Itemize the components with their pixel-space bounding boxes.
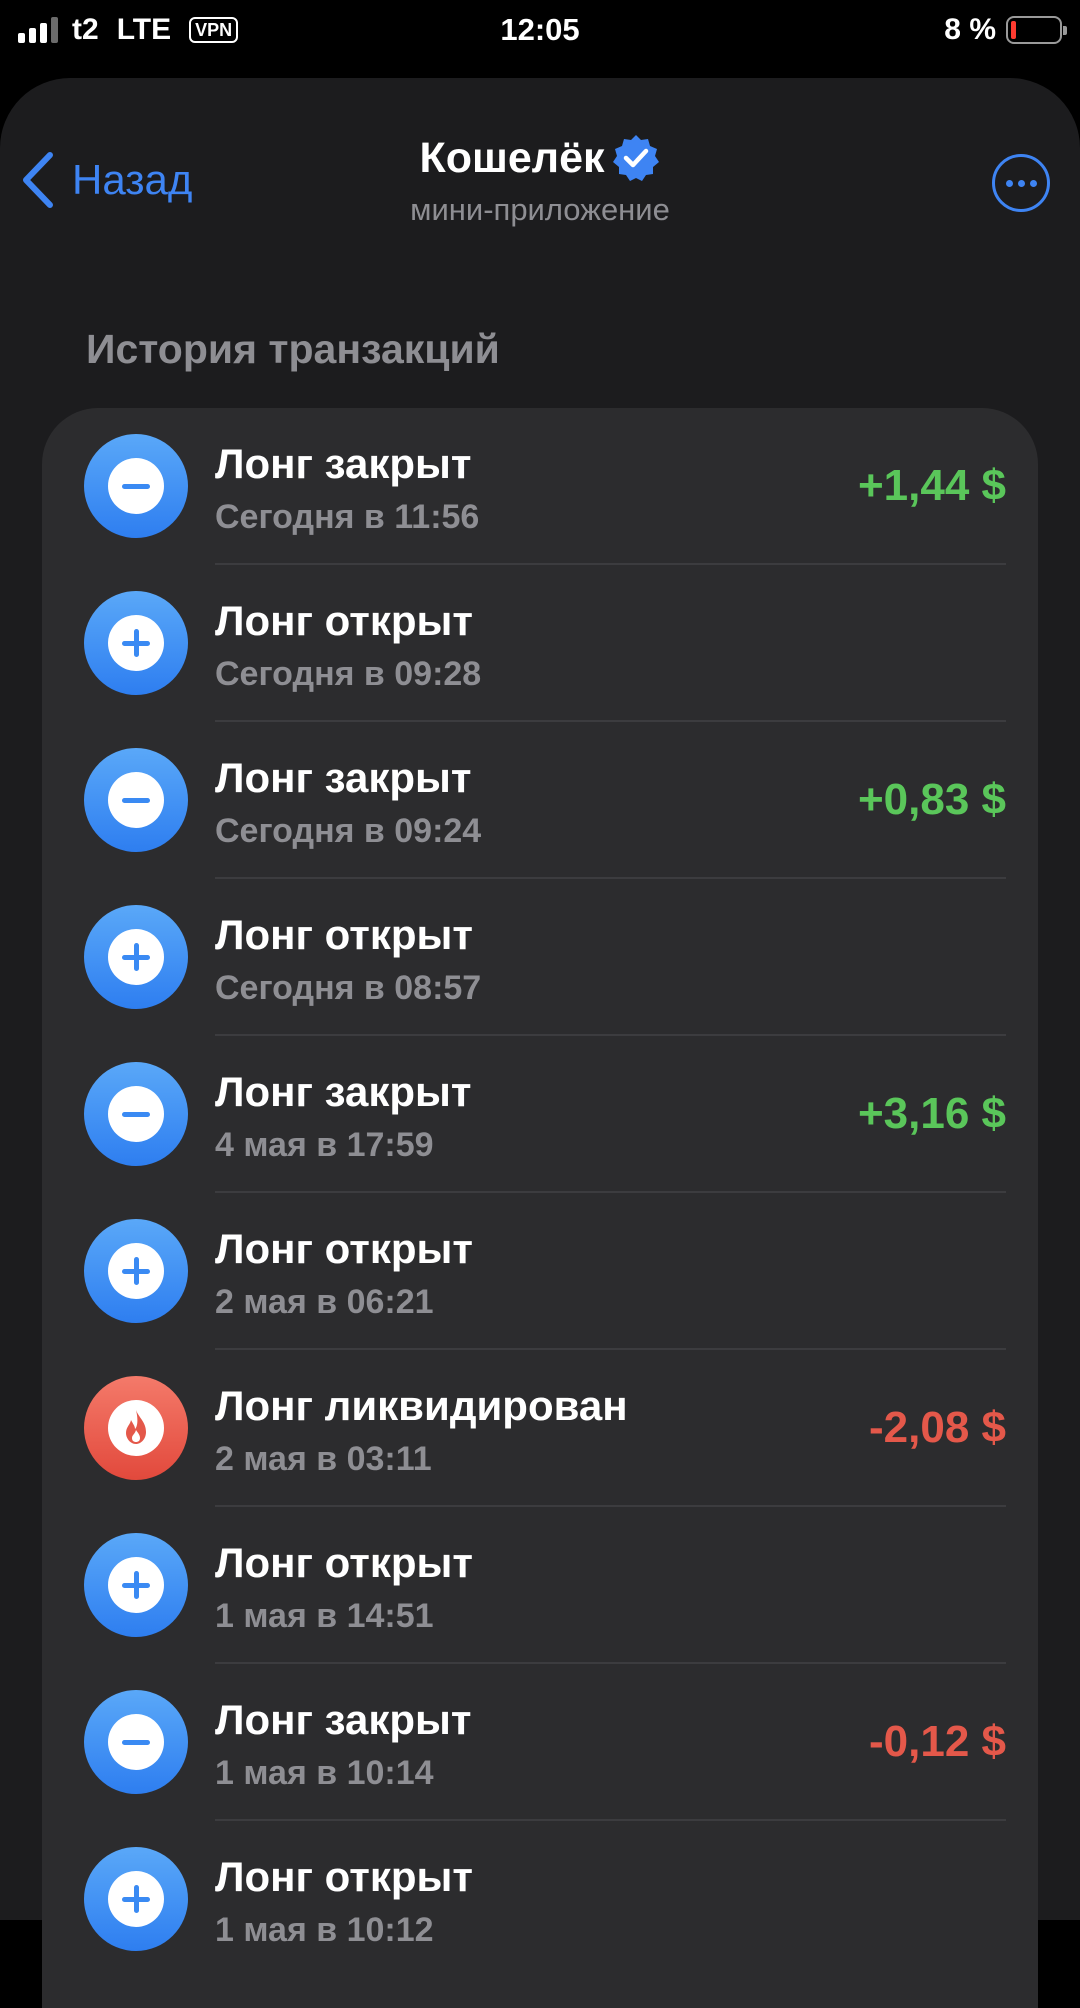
minus-icon [84,1690,188,1794]
page-subtitle: мини-приложение [410,192,670,227]
title-row: Кошелёк [240,130,840,186]
transaction-row[interactable]: Лонг закрыт Сегодня в 09:24 +0,83 $ [42,722,1038,879]
plus-icon [84,591,188,695]
transaction-date: 1 мая в 10:14 [215,1754,434,1792]
transaction-date: Сегодня в 09:28 [215,655,482,693]
verified-badge-icon [612,135,659,181]
transaction-date: Сегодня в 09:24 [215,812,482,850]
title-block: Кошелёк мини-приложение [240,130,840,230]
transaction-row[interactable]: Лонг закрыт 4 мая в 17:59 +3,16 $ [42,1036,1038,1193]
transaction-date: 1 мая в 14:51 [215,1597,434,1635]
plus-icon [84,1219,188,1323]
section-title: История транзакций [86,326,500,372]
back-label: Назад [72,156,193,203]
transaction-row[interactable]: Лонг открыт 2 мая в 06:21 [42,1193,1038,1350]
battery-percent: 8 % [944,13,996,46]
transaction-row[interactable]: Лонг открыт Сегодня в 08:57 [42,879,1038,1036]
transaction-title: Лонг открыт [215,911,473,958]
transaction-title: Лонг открыт [215,1539,473,1586]
transaction-date: Сегодня в 08:57 [215,969,482,1007]
minus-icon [84,434,188,538]
battery-icon [1006,16,1067,44]
status-bar: t2 LTE VPN 12:05 8 % [0,0,1080,78]
plus-icon [84,1847,188,1951]
minus-icon [84,748,188,852]
transaction-amount: +3,16 $ [857,1089,1006,1138]
transaction-amount: -0,12 $ [869,1717,1006,1766]
transaction-date: 2 мая в 03:11 [215,1440,432,1478]
transaction-date: 2 мая в 06:21 [215,1283,434,1321]
transaction-row[interactable]: Лонг ликвидирован 2 мая в 03:11 -2,08 $ [42,1350,1038,1507]
transaction-amount: +1,44 $ [857,461,1006,510]
battery-fill [1011,21,1016,39]
transaction-date: 4 мая в 17:59 [215,1126,434,1164]
status-right: 8 % [944,10,1067,50]
plus-icon [84,1533,188,1637]
page-title: Кошелёк [419,134,605,182]
transaction-amount: +0,83 $ [857,775,1006,824]
transaction-title: Лонг открыт [215,1225,473,1272]
transaction-row[interactable]: Лонг закрыт Сегодня в 11:56 +1,44 $ [42,408,1038,565]
chevron-left-icon [23,152,53,208]
more-dot [1005,179,1013,187]
transaction-date: 1 мая в 10:12 [215,1911,434,1949]
transaction-amount: -2,08 $ [869,1403,1006,1452]
transaction-row[interactable]: Лонг открыт 1 мая в 10:12 [42,1821,1038,1978]
transaction-title: Лонг закрыт [215,1068,472,1115]
transactions-list: Лонг закрыт Сегодня в 11:56 +1,44 $ Лонг от… [42,408,1038,2008]
transaction-title: Лонг ликвидирован [215,1382,628,1429]
more-dot [1017,179,1025,187]
minus-icon [84,1062,188,1166]
more-dot [1029,179,1037,187]
transaction-date: Сегодня в 11:56 [215,498,480,536]
transaction-title: Лонг открыт [215,1853,473,1900]
transaction-title: Лонг закрыт [215,1696,472,1743]
status-time: 12:05 [500,12,580,47]
more-button[interactable] [992,154,1050,212]
transaction-row[interactable]: Лонг закрыт 1 мая в 10:14 -0,12 $ [42,1664,1038,1821]
transaction-title: Лонг закрыт [215,440,472,487]
transaction-title: Лонг открыт [215,597,473,644]
fire-icon [84,1376,188,1480]
transaction-row[interactable]: Лонг открыт Сегодня в 09:28 [42,565,1038,722]
back-button[interactable]: Назад [20,150,192,210]
plus-icon [84,905,188,1009]
transaction-title: Лонг закрыт [215,754,472,801]
transaction-row[interactable]: Лонг открыт 1 мая в 14:51 [42,1507,1038,1664]
nav-bar: Назад Кошелёк мини-приложение [0,78,1080,258]
